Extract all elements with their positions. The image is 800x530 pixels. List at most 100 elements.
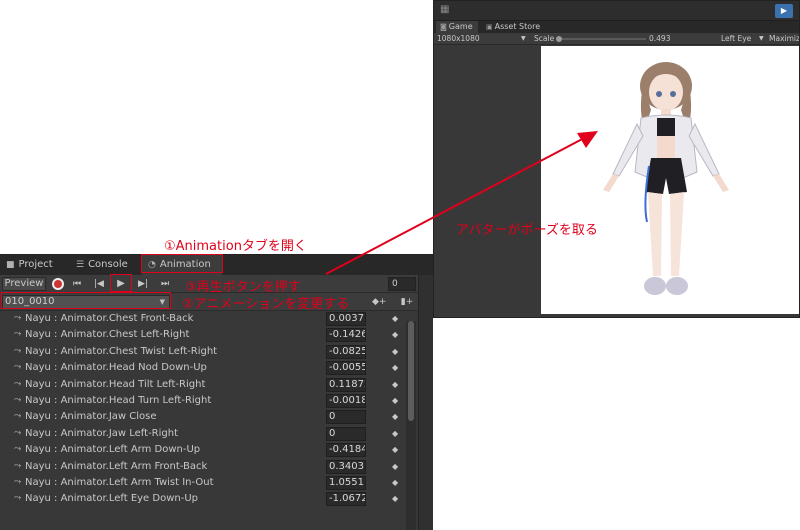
tab-asset-store-label: Asset Store [494, 22, 541, 31]
scale-slider[interactable] [558, 38, 646, 40]
highlight-clip-select [1, 292, 171, 309]
keyframe-diamond-icon[interactable]: ◆ [392, 462, 398, 471]
curve-icon: ⤳ [14, 362, 22, 373]
property-name: Nayu : Animator.Left Arm Twist In-Out [25, 477, 214, 488]
curve-icon: ⤳ [14, 427, 22, 438]
keyframe-diamond-icon[interactable]: ◆ [392, 314, 398, 323]
resolution-select[interactable]: 1080x1080 [437, 33, 480, 45]
next-keyframe-icon[interactable]: ▶| [134, 276, 152, 292]
property-value-input[interactable]: 0 [326, 410, 366, 425]
property-value-input[interactable]: -0.0825 [326, 344, 366, 359]
curve-icon: ⤳ [14, 378, 22, 389]
property-scrollbar[interactable] [406, 321, 416, 530]
curve-icon: ⤳ [14, 411, 22, 422]
preview-button[interactable]: Preview [2, 277, 46, 291]
grid-icon[interactable]: ▦ [440, 5, 450, 15]
curve-icon: ⤳ [14, 444, 22, 455]
property-value-input[interactable]: -1.0672 [326, 492, 366, 507]
curve-icon: ⤳ [14, 395, 22, 405]
property-name: Nayu : Animator.Left Eye Down-Up [25, 493, 198, 505]
record-icon[interactable] [52, 278, 64, 290]
tab-game[interactable]: ◙ Game [436, 21, 478, 33]
keyframe-diamond-icon[interactable]: ◆ [392, 429, 398, 438]
property-row[interactable]: ⤳ Nayu : Animator.Left Arm Down-Up -0.4184… [0, 442, 406, 458]
property-name: Nayu : Animator.Head Nod Down-Up [25, 362, 207, 374]
property-value-input[interactable]: 0 [326, 426, 366, 441]
curve-icon: ⤳ [14, 345, 22, 356]
tab-project-label: Project [18, 259, 53, 270]
scale-slider-handle[interactable] [556, 36, 562, 42]
property-value-input[interactable]: -0.1426 [326, 328, 366, 343]
property-value-input[interactable]: 1.0551 [326, 476, 366, 490]
keyframe-diamond-icon[interactable]: ◆ [392, 478, 398, 487]
property-name: Nayu : Animator.Chest Left-Right [25, 329, 190, 341]
property-row[interactable]: ⤳ Nayu : Animator.Left Arm Twist In-Out 1.… [0, 475, 406, 491]
annotation-change-clip: ②アニメーションを変更する [182, 297, 350, 312]
scale-value: 0.493 [649, 34, 671, 43]
frame-input[interactable]: 0 [388, 277, 416, 291]
tab-console-label: Console [88, 259, 128, 270]
add-event-icon[interactable]: ▮+ [400, 295, 414, 309]
keyframe-diamond-icon[interactable]: ◆ [392, 396, 398, 405]
chevron-down-icon[interactable]: ▼ [521, 33, 526, 45]
play-mode-icon[interactable]: ▶ [775, 4, 793, 18]
property-row[interactable]: ⤳ Nayu : Animator.Chest Front-Back 0.0037 ◆ [0, 311, 406, 327]
annotation-avatar-pose: アバターがポーズを取る [456, 223, 598, 238]
keyframe-diamond-icon[interactable]: ◆ [392, 380, 398, 389]
tab-asset-store[interactable]: ▣ Asset Store [482, 21, 542, 33]
property-value-input[interactable]: -0.4184 [326, 443, 366, 458]
chevron-down-icon[interactable]: ▼ [759, 33, 764, 45]
eye-select[interactable]: Left Eye [721, 33, 751, 45]
first-keyframe-icon[interactable]: ⏮ [68, 276, 86, 292]
property-row[interactable]: ⤳ Nayu : Animator.Left Eye Down-Up -1.0672… [0, 491, 406, 507]
property-value-input[interactable]: 0.0037 [326, 312, 366, 326]
curve-icon: ⤳ [14, 329, 22, 340]
tab-project[interactable]: ■ Project [0, 255, 70, 275]
property-row[interactable]: ⤳ Nayu : Animator.Head Turn Left-Right -0.… [0, 393, 406, 409]
property-row[interactable]: ⤳ Nayu : Animator.Chest Twist Left-Right -… [0, 344, 406, 360]
property-value-input[interactable]: 0.11872 [326, 377, 366, 392]
property-row[interactable]: ⤳ Nayu : Animator.Jaw Close 0 ◆ [0, 409, 406, 425]
maximize-toggle[interactable]: Maximiz [769, 33, 799, 45]
game-window: ▦ ▶ ◙ Game ▣ Asset Store 1080x1080 ▼ Scale… [433, 0, 800, 318]
folder-icon: ■ [6, 260, 15, 270]
highlight-play-button [110, 274, 132, 292]
property-name: Nayu : Animator.Head Tilt Left-Right [25, 378, 206, 390]
property-name: Nayu : Animator.Chest Front-Back [25, 313, 194, 324]
property-value-input[interactable]: -0.0018 [326, 394, 366, 408]
keyframe-diamond-icon[interactable]: ◆ [392, 412, 398, 421]
property-row[interactable]: ⤳ Nayu : Animator.Head Nod Down-Up -0.0055… [0, 360, 406, 376]
property-row[interactable]: ⤳ Nayu : Animator.Chest Left-Right -0.1426… [0, 327, 406, 343]
scale-label: Scale [534, 34, 555, 43]
property-row[interactable]: ⤳ Nayu : Animator.Head Tilt Left-Right 0.1… [0, 377, 406, 393]
last-keyframe-icon[interactable]: ⏭ [156, 276, 174, 292]
keyframe-diamond-icon[interactable]: ◆ [392, 347, 398, 356]
scrollbar-thumb[interactable] [408, 321, 414, 421]
add-keyframe-icon[interactable]: ◆+ [372, 295, 386, 309]
keyframe-diamond-icon[interactable]: ◆ [392, 330, 398, 339]
property-value-input[interactable]: -0.0055 [326, 361, 366, 376]
avatar-image [603, 62, 729, 295]
game-topbar: ▦ ▶ [434, 1, 799, 21]
console-icon: ☰ [76, 260, 85, 270]
gamepad-icon: ◙ [440, 23, 447, 31]
game-viewport [541, 46, 799, 314]
property-name: Nayu : Animator.Jaw Close [25, 411, 157, 423]
game-tab-bar: ◙ Game ▣ Asset Store [434, 21, 799, 33]
property-value-input[interactable]: 0.3403 [326, 459, 366, 474]
property-name: Nayu : Animator.Jaw Left-Right [25, 427, 179, 439]
curve-icon: ⤳ [14, 477, 22, 487]
previous-keyframe-icon[interactable]: |◀ [90, 276, 108, 292]
keyframe-diamond-icon[interactable]: ◆ [392, 363, 398, 372]
timeline-area[interactable] [418, 269, 433, 530]
property-row[interactable]: ⤳ Nayu : Animator.Jaw Left-Right 0 ◆ [0, 426, 406, 442]
keyframe-diamond-icon[interactable]: ◆ [392, 445, 398, 454]
property-row[interactable]: ⤳ Nayu : Animator.Left Arm Front-Back 0.34… [0, 459, 406, 475]
tab-console[interactable]: ☰ Console [70, 255, 140, 275]
game-toolbar: 1080x1080 ▼ Scale 0.493 Left Eye ▼ Maxim… [434, 33, 799, 45]
property-name: Nayu : Animator.Chest Twist Left-Right [25, 345, 218, 357]
tab-game-label: Game [448, 22, 473, 31]
keyframe-diamond-icon[interactable]: ◆ [392, 494, 398, 503]
store-icon: ▣ [486, 23, 493, 31]
property-name: Nayu : Animator.Left Arm Down-Up [25, 444, 201, 456]
